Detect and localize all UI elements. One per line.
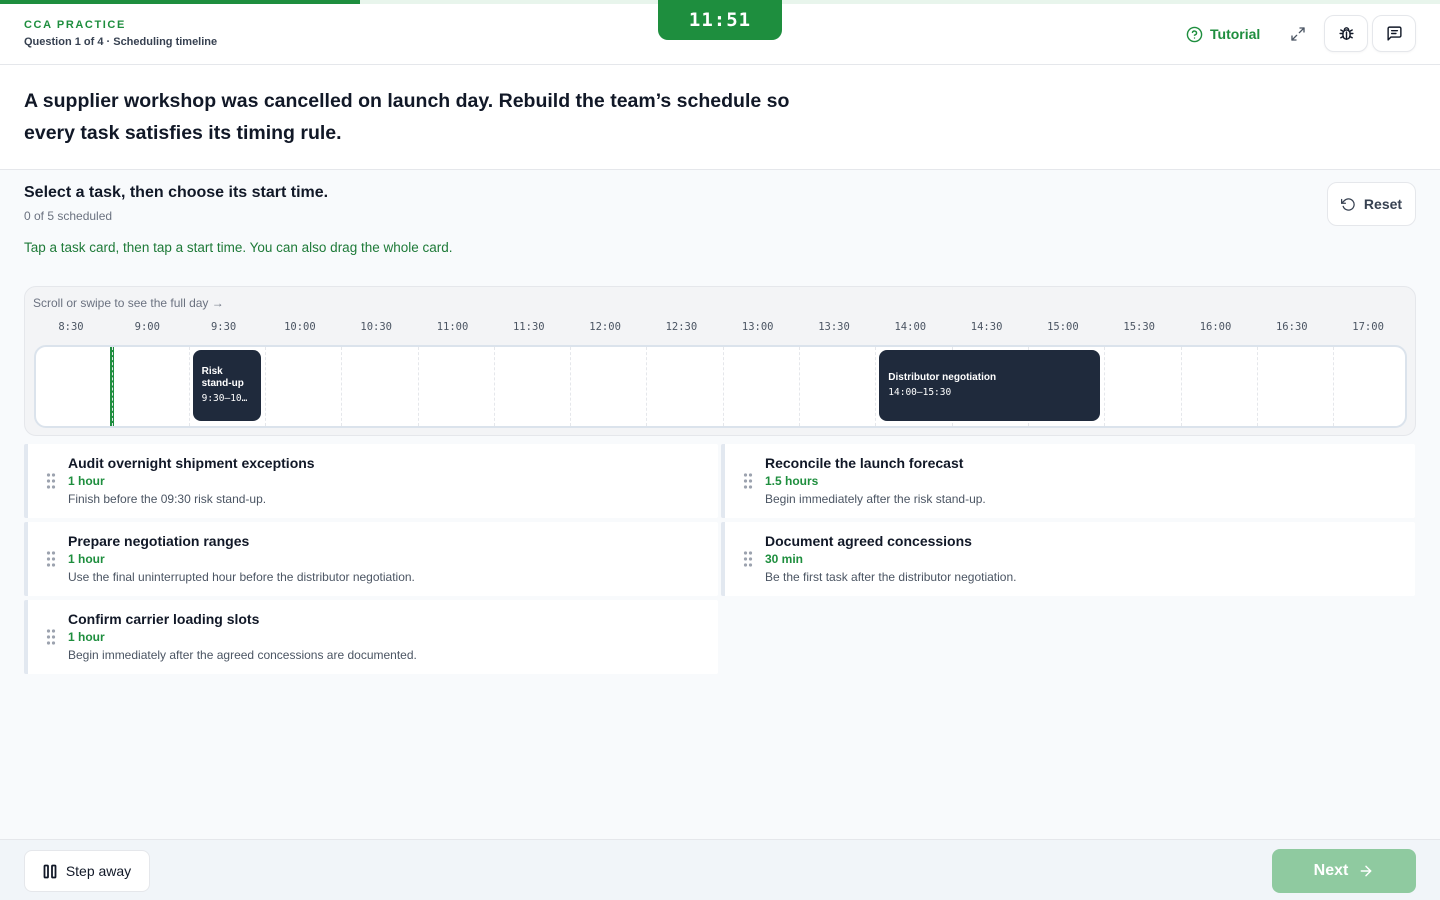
tutorial-button[interactable]: Tutorial <box>1186 22 1260 46</box>
question-subtitle: Question 1 of 4 · Scheduling timeline <box>24 36 218 48</box>
time-tick-label: 13:00 <box>741 321 774 333</box>
tutorial-label: Tutorial <box>1210 26 1261 42</box>
task-duration: 1 hour <box>68 630 105 644</box>
time-slot-divider <box>264 347 266 426</box>
time-tick-label: 10:30 <box>360 321 392 333</box>
fixed-event-block[interactable]: Distributor negotiation 14:00–15:30 <box>879 350 1101 421</box>
time-slot-divider <box>188 347 190 426</box>
time-tick-label: 12:00 <box>589 321 621 333</box>
time-slot-divider <box>1333 347 1335 426</box>
time-slot-divider <box>875 347 877 426</box>
task-card[interactable]: Prepare negotiation ranges 1 hour Use the … <box>24 522 718 596</box>
task-rule: Finish before the 09:30 risk stand-up. <box>68 492 267 506</box>
event-title: Risk stand-up <box>201 365 244 389</box>
help-circle-icon <box>1186 26 1203 42</box>
task-card[interactable]: Reconcile the launch forecast 1.5 hours Be… <box>721 444 1415 518</box>
next-button[interactable]: Next <box>1272 849 1416 893</box>
time-tick-label: 10:00 <box>284 321 316 333</box>
fixed-event-block[interactable]: Risk stand-up 9:30–10:00 <box>192 350 261 421</box>
scheduled-count: 0 of 5 scheduled <box>24 209 113 223</box>
question-prompt-panel: A supplier workshop was cancelled on lau… <box>0 65 1440 170</box>
question-prompt: A supplier workshop was cancelled on lau… <box>24 90 790 144</box>
timeline-track[interactable]: Risk stand-up 9:30–10:00 Distributor negot… <box>34 345 1407 428</box>
time-tick-label: 17:00 <box>1352 321 1384 333</box>
task-title: Prepare negotiation ranges <box>68 533 250 549</box>
task-title: Confirm carrier loading slots <box>68 611 260 627</box>
instruction-title: Select a task, then choose its start tim… <box>24 184 329 201</box>
timeline-panel: Scroll or swipe to see the full day → 8:… <box>24 286 1416 436</box>
task-title: Reconcile the launch forecast <box>765 455 964 471</box>
drag-handle-icon[interactable] <box>46 550 56 568</box>
time-tick-label: 16:30 <box>1275 321 1308 333</box>
time-tick-label: 14:30 <box>970 321 1003 333</box>
time-slot-divider <box>646 347 648 426</box>
time-tick-label: 13:30 <box>818 321 850 333</box>
time-slot-divider <box>1104 347 1106 426</box>
time-tick-label: 12:30 <box>665 321 698 333</box>
time-slot-divider <box>1180 347 1182 426</box>
top-bar: CCA PRACTICE Question 1 of 4 · Schedulin… <box>0 0 1440 65</box>
time-tick-label: 15:30 <box>1123 321 1155 333</box>
arrow-right-icon <box>1360 865 1372 877</box>
feedback-button[interactable] <box>1372 15 1416 52</box>
task-rule: Use the final uninterrupted hour before … <box>68 570 415 584</box>
task-duration: 1 hour <box>68 474 105 488</box>
task-rule: Begin immediately after the agreed conce… <box>68 648 417 662</box>
time-tick-label: 11:00 <box>436 321 469 333</box>
time-tick-label: 16:00 <box>1199 321 1232 333</box>
reset-label: Reset <box>1363 196 1403 212</box>
report-bug-button[interactable] <box>1324 15 1368 52</box>
expand-icon <box>1291 27 1305 41</box>
fullscreen-button[interactable] <box>1286 22 1310 46</box>
time-slot-divider <box>417 347 419 426</box>
step-away-button[interactable]: Step away <box>24 850 150 892</box>
task-card[interactable]: Confirm carrier loading slots 1 hour Begin… <box>24 600 718 674</box>
reset-button[interactable]: Reset <box>1327 182 1416 226</box>
brand-label: CCA PRACTICE <box>24 19 126 31</box>
task-card[interactable]: Audit overnight shipment exceptions 1 hou… <box>24 444 718 518</box>
task-duration: 1.5 hours <box>765 474 819 488</box>
task-duration: 1 hour <box>68 552 105 566</box>
message-square-icon <box>1386 26 1402 41</box>
task-card[interactable]: Document agreed concessions 30 min Be the … <box>721 522 1415 596</box>
time-tick-label: 11:30 <box>512 321 545 333</box>
instruction-hint: Tap a task card, then tap a start time. … <box>24 240 453 255</box>
step-away-label: Step away <box>65 863 132 879</box>
time-slot-divider <box>493 347 495 426</box>
bug-icon <box>1338 27 1354 40</box>
drag-handle-icon[interactable] <box>46 628 56 646</box>
time-tick-label: 8:30 <box>58 321 84 333</box>
event-title: Distributor negotiation <box>888 371 997 383</box>
bottom-bar: Step away Next <box>0 839 1440 900</box>
time-slot-divider <box>1256 347 1258 426</box>
task-title: Document agreed concessions <box>765 533 972 549</box>
time-tick-label: 15:00 <box>1047 321 1079 333</box>
task-duration: 30 min <box>765 552 804 566</box>
task-rule: Begin immediately after the risk stand-u… <box>765 492 986 506</box>
time-slot-divider <box>799 347 800 426</box>
countdown-timer: 11:51 <box>658 0 782 40</box>
time-tick-label: 14:00 <box>894 321 927 333</box>
pause-icon <box>43 864 57 878</box>
time-slot-divider <box>341 347 343 426</box>
event-time: 9:30–10:00 <box>201 392 252 404</box>
drag-handle-icon[interactable] <box>743 472 753 490</box>
drag-handle-icon[interactable] <box>743 550 753 568</box>
time-slot-divider <box>112 347 114 426</box>
rotate-ccw-icon <box>1340 197 1355 211</box>
time-tick-label: 9:00 <box>134 321 160 333</box>
event-time: 14:00–15:30 <box>888 386 952 398</box>
time-slot-divider <box>722 347 724 426</box>
progress-fill <box>0 0 360 4</box>
time-slot-divider <box>570 347 572 426</box>
next-label: Next <box>1313 862 1349 879</box>
scroll-hint: Scroll or swipe to see the full day → <box>33 296 224 310</box>
time-axis: 8:30 9:00 9:30 10:00 10:30 11:00 11:30 12:00 12:… <box>25 321 1417 335</box>
task-rule: Be the first task after the distributor … <box>765 570 1017 584</box>
task-title: Audit overnight shipment exceptions <box>68 455 315 471</box>
drag-handle-icon[interactable] <box>46 472 56 490</box>
time-tick-label: 9:30 <box>210 321 237 333</box>
